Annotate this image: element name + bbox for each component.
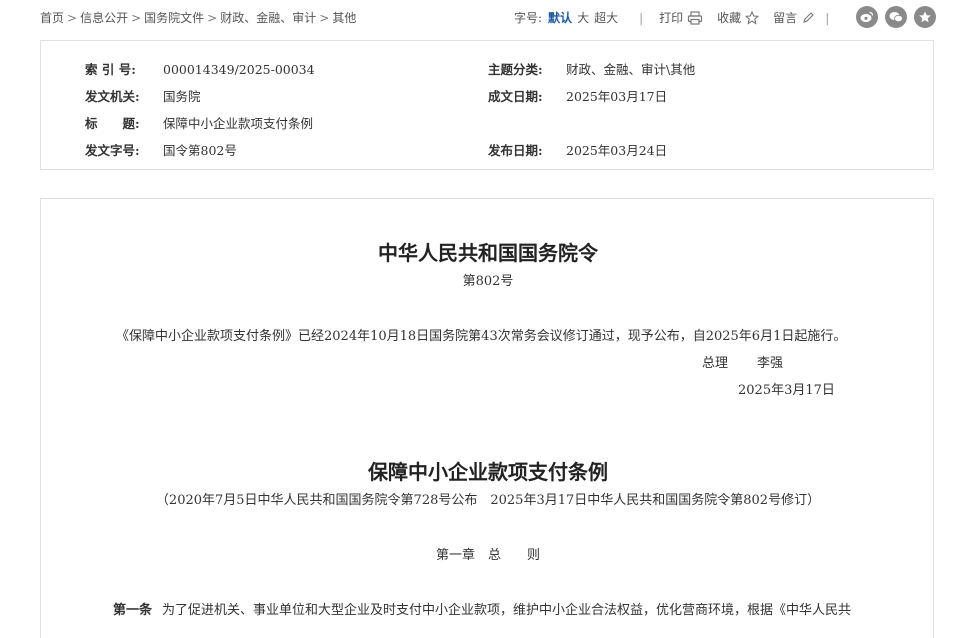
comment-button[interactable]: 留言	[773, 9, 815, 26]
favorite-button[interactable]: 收藏	[717, 9, 760, 26]
breadcrumb-finance[interactable]: 财政、金融、审计	[220, 11, 316, 25]
toolbar: 字号: 默认 大 超大 | 打印 收藏 留言 |	[514, 9, 829, 26]
article-text: 为了促进机关、事业单位和大型企业及时支付中小企业款项，维护中小企业合法权益，优化…	[162, 603, 852, 618]
info-label: 索 引 号:	[85, 62, 136, 77]
pencil-icon	[803, 11, 814, 23]
weibo-icon[interactable]	[856, 6, 878, 28]
breadcrumb-separator: >	[131, 11, 142, 25]
breadcrumb-separator: >	[319, 11, 330, 25]
info-value: 2025年03月24日	[566, 143, 668, 158]
info-index-no: 索 引 号: 000014349/2025-00034	[85, 59, 315, 78]
info-written-date: 成文日期: 2025年03月17日	[488, 86, 667, 105]
info-value: 财政、金融、审计\其他	[566, 62, 696, 77]
breadcrumb-home[interactable]: 首页	[40, 11, 64, 25]
toolbar-divider: |	[825, 10, 830, 25]
breadcrumb-state-council-docs[interactable]: 国务院文件	[144, 11, 204, 25]
info-doc-no: 发文字号: 国令第802号	[85, 140, 237, 159]
printer-icon	[688, 10, 703, 25]
info-value: 保障中小企业款项支付条例	[163, 116, 314, 131]
info-label: 成文日期:	[488, 89, 543, 104]
star-icon	[745, 10, 760, 25]
font-size-large-button[interactable]: 大	[577, 9, 589, 26]
font-size-default-button[interactable]: 默认	[548, 9, 572, 26]
breadcrumb-info-disclosure[interactable]: 信息公开	[80, 11, 128, 25]
info-title: 标 题: 保障中小企业款项支付条例	[85, 113, 313, 132]
comment-label: 留言	[773, 11, 798, 25]
chapter-heading: 第一章 总 则	[435, 548, 540, 563]
document-content: 中华人民共和国国务院令 第802号 《保障中小企业款项支付条例》已经2024年1…	[40, 198, 934, 638]
breadcrumb: 首页 > 信息公开 > 国务院文件 > 财政、金融、审计 > 其他	[40, 9, 356, 26]
sign-date: 2025年3月17日	[738, 383, 835, 398]
info-value: 国令第802号	[163, 143, 237, 158]
share-icons	[856, 6, 943, 28]
breadcrumb-separator: >	[207, 11, 218, 25]
info-label: 发文机关:	[85, 89, 140, 104]
info-issuer: 发文机关: 国务院	[85, 86, 201, 105]
info-value: 000014349/2025-00034	[163, 62, 315, 77]
breadcrumb-separator: >	[67, 11, 78, 25]
document-info-box: 索 引 号: 000014349/2025-00034 主题分类: 财政、金融、审计…	[40, 40, 934, 170]
info-label: 标 题:	[85, 116, 140, 131]
regulation-note: （2020年7月5日中华人民共和国国务院令第728号公布 2025年3月17日中…	[155, 493, 821, 508]
article-one: 第一条 为了促进机关、事业单位和大型企业及时支付中小企业款项，维护中小企业合法权益…	[113, 599, 851, 618]
regulation-title: 保障中小企业款项支付条例	[368, 460, 608, 484]
breadcrumb-other[interactable]: 其他	[332, 11, 356, 25]
wechat-icon[interactable]	[885, 6, 907, 28]
print-label: 打印	[659, 11, 684, 25]
info-value: 2025年03月17日	[566, 89, 668, 104]
signer-title: 总理	[702, 356, 729, 371]
info-value: 国务院	[163, 89, 201, 104]
order-body: 《保障中小企业款项支付条例》已经2024年10月18日国务院第43次常务会议修订…	[116, 329, 847, 344]
info-topic: 主题分类: 财政、金融、审计\其他	[488, 59, 695, 78]
order-title: 中华人民共和国国务院令	[378, 241, 598, 265]
font-size-xlarge-button[interactable]: 超大	[594, 9, 618, 26]
favorite-label: 收藏	[717, 11, 742, 25]
print-button[interactable]: 打印	[659, 9, 703, 26]
article-number: 第一条	[113, 603, 153, 618]
qzone-icon[interactable]	[914, 6, 936, 28]
order-number: 第802号	[462, 274, 514, 289]
info-label: 主题分类:	[488, 62, 543, 77]
info-label: 发布日期:	[488, 143, 543, 158]
info-label: 发文字号:	[85, 143, 140, 158]
top-bar: 首页 > 信息公开 > 国务院文件 > 财政、金融、审计 > 其他 字号: 默认 大 超大 | …	[0, 0, 960, 34]
signer-name: 李强	[757, 356, 784, 371]
info-publish-date: 发布日期: 2025年03月24日	[488, 140, 667, 159]
font-size-label: 字号:	[514, 11, 543, 25]
toolbar-divider: |	[639, 10, 644, 25]
